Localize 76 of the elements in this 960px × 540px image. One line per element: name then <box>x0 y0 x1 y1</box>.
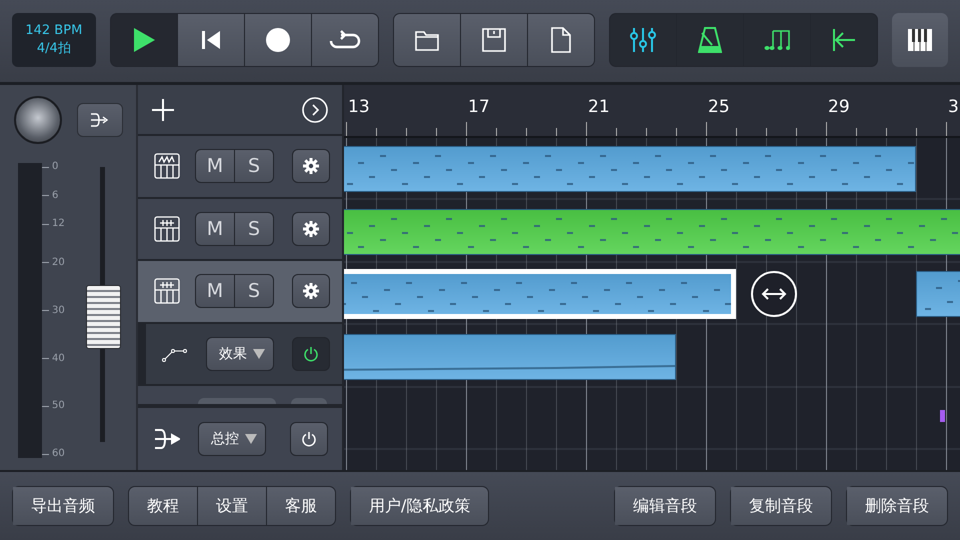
solo-button[interactable]: S <box>235 275 273 308</box>
toolbar-button[interactable]: 编辑音段 <box>615 487 715 525</box>
pan-knob[interactable] <box>14 96 62 144</box>
bar-number: 17 <box>468 97 490 117</box>
midi-clip[interactable] <box>916 271 960 318</box>
record-icon <box>266 28 290 52</box>
bar-number: 29 <box>828 97 850 117</box>
solo-button[interactable]: S <box>235 150 273 182</box>
arrangement-grid[interactable] <box>344 138 960 470</box>
caret-icon <box>245 434 257 444</box>
toolbar-button[interactable]: 设置 <box>198 487 266 525</box>
track-header[interactable]: M S <box>138 261 342 324</box>
settings-button[interactable] <box>292 274 330 308</box>
meter-text: 4/4拍 <box>36 40 71 58</box>
add-icon[interactable] <box>152 98 174 120</box>
output-button[interactable] <box>76 103 122 137</box>
piano-button[interactable] <box>892 13 948 67</box>
track-header[interactable] <box>138 386 342 406</box>
save-button[interactable] <box>460 14 527 66</box>
loop-icon <box>328 30 361 50</box>
mute-button[interactable]: M <box>196 212 234 245</box>
output-routing-icon <box>90 112 110 128</box>
new-button[interactable] <box>528 14 594 66</box>
tempo-display[interactable]: 142 BPM 4/4拍 <box>12 13 96 67</box>
keyboard-icon <box>154 278 180 304</box>
rewind-button[interactable] <box>178 14 244 66</box>
settings-button[interactable] <box>292 149 330 184</box>
mixer-button[interactable] <box>610 14 676 66</box>
automation-clip[interactable] <box>344 334 676 380</box>
settings-icon <box>303 220 319 237</box>
record-button[interactable] <box>244 14 311 66</box>
settings-icon <box>303 158 319 174</box>
bar-number: 3 <box>948 97 959 117</box>
solo-button[interactable]: S <box>235 212 273 245</box>
power-button[interactable] <box>292 337 330 372</box>
power-icon <box>301 431 317 448</box>
timeline-ruler[interactable]: 13 17 21 25 29 3 <box>344 85 960 138</box>
bpm-text: 142 BPM <box>25 22 82 40</box>
toolbar-button[interactable]: 用户/隐私政策 <box>351 487 488 525</box>
metronome-button[interactable] <box>676 14 743 66</box>
folder-icon <box>414 29 439 51</box>
skip-back-icon <box>200 30 221 50</box>
mute-button[interactable]: M <box>196 150 234 182</box>
toolbar-button[interactable]: 客服 <box>267 487 335 525</box>
toolbar-button[interactable]: 导出音频 <box>13 487 113 525</box>
open-button[interactable] <box>394 14 460 66</box>
master-dropdown[interactable]: 总控 <box>198 422 266 456</box>
settings-icon <box>303 283 319 300</box>
bar-number: 25 <box>708 97 730 117</box>
piano-keys-icon <box>908 29 932 51</box>
loop-button[interactable] <box>312 14 378 66</box>
automation-curve-icon <box>162 346 188 362</box>
play-icon <box>132 27 156 53</box>
track-header[interactable]: M S <box>138 198 342 262</box>
power-icon <box>303 346 319 362</box>
track-header[interactable]: M S <box>138 136 342 199</box>
bar-number: 13 <box>348 97 370 117</box>
mute-button[interactable]: M <box>196 275 234 308</box>
document-icon <box>550 27 571 53</box>
effect-dropdown[interactable]: 效果 <box>206 337 274 372</box>
caret-icon <box>253 349 265 360</box>
synth-keyboard-icon <box>154 153 180 180</box>
settings-button[interactable] <box>292 212 330 246</box>
notes-button[interactable] <box>744 14 810 66</box>
bar-number: 21 <box>588 97 610 117</box>
toolbar-button[interactable]: 复制音段 <box>731 487 831 525</box>
effect-track-header[interactable]: 效果 <box>138 324 342 386</box>
fader-handle[interactable] <box>86 284 121 349</box>
to-start-button[interactable] <box>810 14 877 66</box>
keyboard-icon <box>154 216 180 242</box>
power-button[interactable] <box>290 422 328 456</box>
toolbar-button[interactable]: 教程 <box>129 487 197 525</box>
toolbar-button[interactable]: 删除音段 <box>847 487 947 525</box>
resize-handle-icon[interactable] <box>750 270 798 318</box>
marker[interactable] <box>940 410 945 422</box>
output-routing-icon <box>154 428 180 450</box>
